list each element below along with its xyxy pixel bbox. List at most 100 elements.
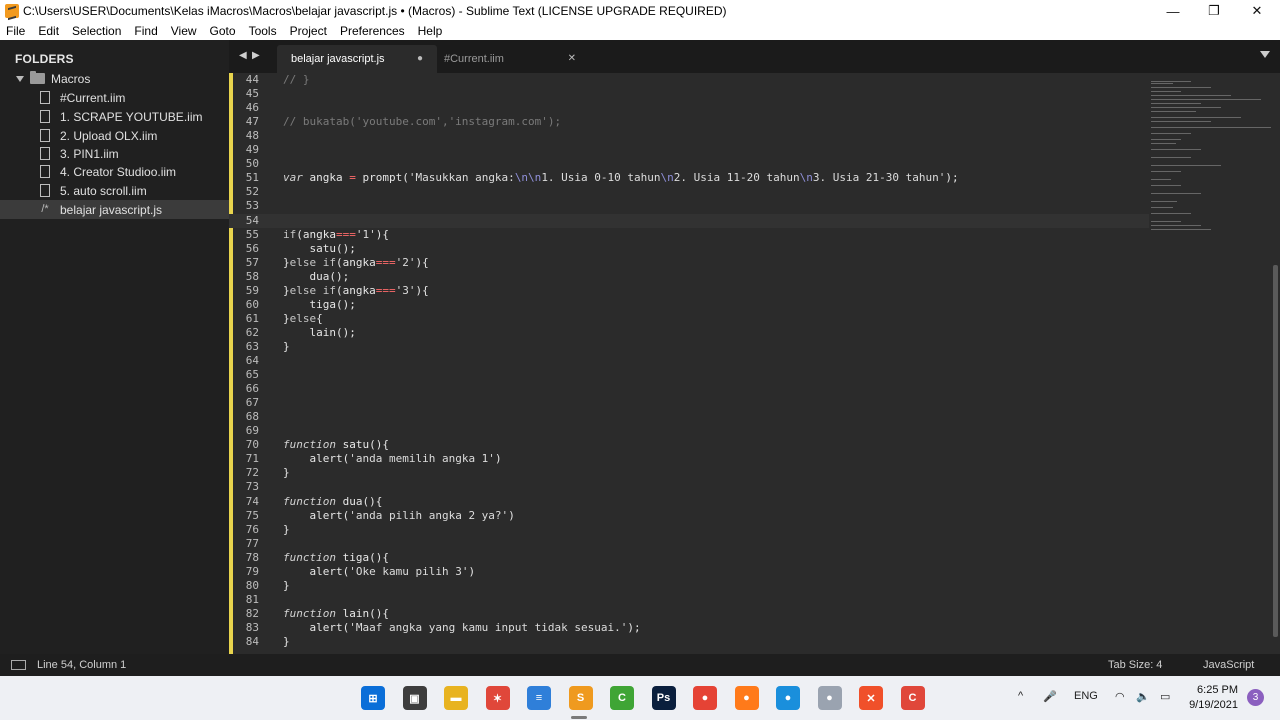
code-line[interactable]: 59}else if(angka==='3'){ <box>229 284 1149 298</box>
code-line[interactable]: 51 var angka = prompt('Masukkan angka:\n\… <box>229 171 1149 185</box>
menu-edit[interactable]: Edit <box>38 24 59 38</box>
edge-icon[interactable]: ● <box>776 686 800 710</box>
code-line[interactable]: 60 tiga(); <box>229 298 1149 312</box>
battery-icon[interactable]: ▭ <box>1160 690 1170 703</box>
code-line[interactable]: 61}else{ <box>229 312 1149 326</box>
code-line[interactable]: 54 <box>229 213 1149 228</box>
code-line[interactable]: 70 function satu(){ <box>229 438 1149 452</box>
code-line[interactable]: 84} <box>229 635 1149 649</box>
tab-next-arrow-icon[interactable]: ▶ <box>252 50 260 61</box>
code-line[interactable]: 63} <box>229 340 1149 354</box>
sidebar-file-creator-studioo[interactable]: 4. Creator Studioo.iim <box>0 162 229 181</box>
menu-tools[interactable]: Tools <box>249 24 277 38</box>
tab-prev-arrow-icon[interactable]: ◀ <box>239 50 247 61</box>
code-editor[interactable]: 44 // } 45 46 47 // bukatab('youtube.com','in… <box>229 73 1280 654</box>
sublime-text-icon[interactable]: S <box>568 686 593 710</box>
code-line[interactable]: 58 dua(); <box>229 270 1149 284</box>
vertical-scrollbar[interactable] <box>1273 265 1278 637</box>
code-line[interactable]: 48 <box>229 129 1149 143</box>
menu-goto[interactable]: Goto <box>210 24 236 38</box>
menu-view[interactable]: View <box>171 24 197 38</box>
sidebar-file-current[interactable]: #Current.iim <box>0 88 229 107</box>
volume-icon[interactable]: 🔈 <box>1136 690 1150 703</box>
code-line[interactable]: 57}else if(angka==='2'){ <box>229 256 1149 270</box>
menu-help[interactable]: Help <box>418 24 443 38</box>
minimap[interactable] <box>1147 73 1271 243</box>
app-icon[interactable]: ✶ <box>485 686 510 710</box>
code-line[interactable]: 76} <box>229 523 1149 537</box>
tab-close-icon[interactable]: ✕ <box>568 53 576 64</box>
code-line[interactable]: 72} <box>229 466 1149 480</box>
notification-badge[interactable]: 3 <box>1247 689 1264 706</box>
code-line[interactable]: 71 alert('anda memilih angka 1') <box>229 452 1149 466</box>
minimize-button[interactable]: — <box>1150 0 1196 22</box>
camtasia-recorder-icon[interactable]: C <box>900 686 925 710</box>
code-line[interactable]: 78 function tiga(){ <box>229 551 1149 565</box>
code-token: 1. Usia 0-10 tahun <box>541 171 661 185</box>
wifi-icon[interactable]: ◠ <box>1115 690 1125 703</box>
tab-list-dropdown-icon[interactable] <box>1260 51 1270 58</box>
clock[interactable]: 6:25 PM 9/19/2021 <box>1188 683 1238 713</box>
code-line[interactable]: 69 <box>229 424 1149 438</box>
code-line[interactable]: 62 lain(); <box>229 326 1149 340</box>
tray-chevron-icon[interactable]: ^ <box>1018 690 1023 702</box>
close-button[interactable]: ✕ <box>1234 0 1280 22</box>
chrome-icon[interactable]: ● <box>693 686 717 710</box>
code-line[interactable]: 82 function lain(){ <box>229 607 1149 621</box>
code-line[interactable]: 46 <box>229 101 1149 115</box>
code-line[interactable]: 45 <box>229 87 1149 101</box>
code-token: 'Maaf angka yang kamu input tidak sesuai… <box>349 620 628 634</box>
sidebar-file-belajar-javascript[interactable]: /* belajar javascript.js <box>0 200 229 219</box>
tab-size-selector[interactable]: Tab Size: 4 <box>1108 659 1162 671</box>
code-line[interactable]: 65 <box>229 368 1149 382</box>
code-line[interactable]: 75 alert('anda pilih angka 2 ya?') <box>229 509 1149 523</box>
code-line[interactable]: 83 alert('Maaf angka yang kamu input tid… <box>229 621 1149 635</box>
tab-current-iim[interactable]: #Current.iim ✕ <box>430 45 590 73</box>
file-explorer-icon[interactable]: ▬ <box>444 686 468 710</box>
code-line[interactable]: 55 if(angka==='1'){ <box>229 228 1149 242</box>
code-line[interactable]: 52 <box>229 185 1149 199</box>
code-line[interactable]: 66 <box>229 382 1149 396</box>
app-circle-icon[interactable]: ● <box>817 686 842 710</box>
notepad-icon[interactable]: ≡ <box>527 686 551 710</box>
code-line[interactable]: 80} <box>229 579 1149 593</box>
code-line[interactable]: 44 // } <box>229 73 1149 87</box>
sidebar-file-scrape-youtube[interactable]: 1. SCRAPE YOUTUBE.iim <box>0 107 229 126</box>
code-line[interactable]: 81 <box>229 593 1149 607</box>
folder-macros[interactable]: Macros <box>0 69 229 88</box>
menu-selection[interactable]: Selection <box>72 24 121 38</box>
sidebar-file-auto-scroll[interactable]: 5. auto scroll.iim <box>0 181 229 200</box>
caret-down-icon[interactable] <box>16 75 24 82</box>
code-line[interactable]: 53 <box>229 199 1149 213</box>
code-line[interactable]: 67 <box>229 396 1149 410</box>
code-line[interactable]: 79 alert('Oke kamu pilih 3') <box>229 565 1149 579</box>
code-line[interactable]: 50 <box>229 157 1149 171</box>
code-line[interactable]: 73 <box>229 480 1149 494</box>
code-line[interactable]: 74 function dua(){ <box>229 495 1149 509</box>
menu-find[interactable]: Find <box>134 24 157 38</box>
panel-toggle-icon[interactable] <box>11 660 26 670</box>
language-indicator[interactable]: ENG <box>1074 690 1098 702</box>
code-line[interactable]: 56 satu(); <box>229 242 1149 256</box>
code-line[interactable]: 77 <box>229 537 1149 551</box>
sidebar-file-pin1[interactable]: 3. PIN1.iim <box>0 144 229 163</box>
tab-belajar-javascript[interactable]: belajar javascript.js ● <box>277 45 437 73</box>
start-icon[interactable]: ⊞ <box>361 686 385 710</box>
menu-project[interactable]: Project <box>290 24 327 38</box>
unsaved-dot-icon[interactable]: ● <box>417 53 423 64</box>
xampp-icon[interactable]: ✕ <box>859 686 883 710</box>
sidebar-file-upload-olx[interactable]: 2. Upload OLX.iim <box>0 126 229 145</box>
syntax-selector[interactable]: JavaScript <box>1203 659 1254 671</box>
menu-file[interactable]: File <box>6 24 25 38</box>
task-view-icon[interactable]: ▣ <box>402 686 427 710</box>
code-line[interactable]: 64 <box>229 354 1149 368</box>
camtasia-icon[interactable]: C <box>610 686 634 710</box>
photoshop-icon[interactable]: Ps <box>651 686 676 710</box>
code-line[interactable]: 47 // bukatab('youtube.com','instagram.co… <box>229 115 1149 129</box>
code-line[interactable]: 68 <box>229 410 1149 424</box>
firefox-icon[interactable]: ● <box>734 686 759 710</box>
maximize-button[interactable]: ❐ <box>1191 0 1237 22</box>
microphone-icon[interactable]: 🎤 <box>1043 690 1057 703</box>
code-line[interactable]: 49 <box>229 143 1149 157</box>
menu-preferences[interactable]: Preferences <box>340 24 405 38</box>
